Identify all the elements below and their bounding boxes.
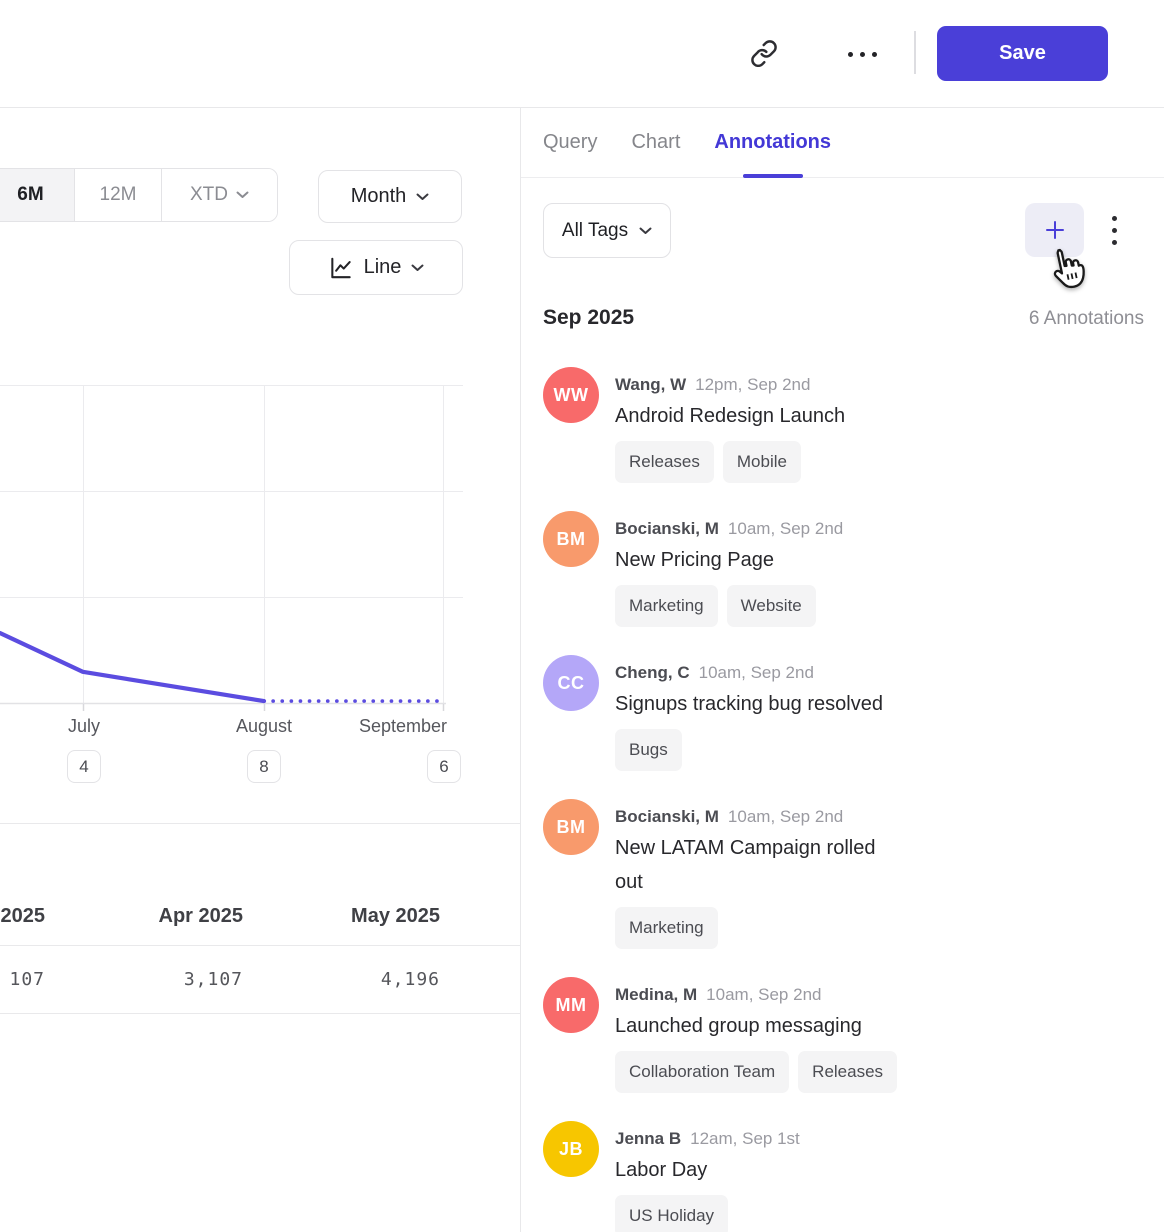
annotation-title: Android Redesign Launch [615, 399, 845, 433]
annotation-timestamp: 10am, Sep 2nd [728, 805, 843, 829]
trend-line-solid [0, 633, 264, 701]
group-month-heading: Sep 2025 [543, 306, 634, 330]
tab-annotations-label: Annotations [714, 131, 831, 154]
annotation-item[interactable]: JB Jenna B 12am, Sep 1st Labor Day US Ho… [543, 1121, 1144, 1232]
table-value-row: 107 3,107 4,196 [0, 946, 440, 1013]
granularity-dropdown[interactable]: Month [318, 170, 462, 223]
annotations-count: 6 Annotations [1029, 308, 1144, 330]
x-axis-label-august: August [236, 716, 292, 737]
header-divider [914, 31, 916, 74]
annotation-tag[interactable]: US Holiday [615, 1195, 728, 1232]
annotation-count-badge-september[interactable]: 6 [427, 750, 461, 783]
trend-line-chart[interactable] [0, 385, 463, 715]
annotations-group-header: Sep 2025 6 Annotations [543, 306, 1144, 330]
range-xtd-button[interactable]: XTD [161, 169, 277, 221]
tab-query[interactable]: Query [543, 108, 597, 178]
date-range-segmented-control: 6M 12M XTD [0, 168, 278, 222]
annotation-author: Jenna B [615, 1127, 681, 1151]
granularity-label: Month [351, 185, 407, 208]
top-header: Save [0, 0, 1164, 107]
kebab-icon [1112, 216, 1117, 221]
annotations-controls: All Tags [543, 203, 1144, 258]
chart-section: 6M 12M XTD Month Line [0, 108, 520, 1232]
chart-type-label: Line [364, 256, 402, 279]
annotation-author: Bocianski, M [615, 517, 719, 541]
link-icon [750, 39, 778, 70]
annotation-author: Bocianski, M [615, 805, 719, 829]
annotations-list: WW Wang, W 12pm, Sep 2nd Android Redesig… [543, 367, 1144, 1232]
table-header-cell: May 2025 [243, 905, 440, 945]
annotation-tag[interactable]: Bugs [615, 729, 682, 771]
line-chart-icon [328, 255, 354, 281]
save-button[interactable]: Save [937, 26, 1108, 81]
tag-filter-label: All Tags [562, 220, 628, 242]
chevron-down-icon [639, 227, 652, 235]
annotation-timestamp: 10am, Sep 2nd [699, 661, 814, 685]
x-axis-label-september: September [359, 716, 447, 737]
active-tab-underline [743, 174, 803, 178]
annotation-tag[interactable]: Collaboration Team [615, 1051, 789, 1093]
annotation-count-badge-august[interactable]: 8 [247, 750, 281, 783]
annotation-timestamp: 12am, Sep 1st [690, 1127, 800, 1151]
share-link-button[interactable] [744, 36, 784, 72]
chevron-down-icon [411, 264, 424, 272]
annotation-tag[interactable]: Marketing [615, 907, 718, 949]
annotation-item[interactable]: WW Wang, W 12pm, Sep 2nd Android Redesig… [543, 367, 1144, 483]
annotation-timestamp: 10am, Sep 2nd [728, 517, 843, 541]
range-12m-button[interactable]: 12M [74, 169, 161, 221]
panel-tab-bar: Query Chart Annotations [521, 108, 1164, 178]
tab-annotations[interactable]: Annotations [714, 108, 831, 178]
page: Save 6M 12M XTD Month Line [0, 0, 1164, 1232]
annotation-title: Launched group messaging [615, 1009, 895, 1043]
range-xtd-label: XTD [190, 184, 228, 206]
annotation-item[interactable]: MM Medina, M 10am, Sep 2nd Launched grou… [543, 977, 1144, 1093]
chevron-down-icon [416, 193, 429, 201]
annotations-menu-button[interactable] [1096, 203, 1132, 257]
annotations-panel: Query Chart Annotations All Tags [520, 108, 1164, 1232]
table-value-cell: 4,196 [243, 969, 440, 990]
avatar: BM [543, 511, 599, 567]
chevron-down-icon [236, 191, 249, 199]
table-header-cell: 2025 [0, 905, 45, 945]
summary-table: 2025 Apr 2025 May 2025 107 3,107 4,196 [0, 823, 520, 1014]
annotation-item[interactable]: BM Bocianski, M 10am, Sep 2nd New LATAM … [543, 799, 1144, 949]
more-options-button[interactable] [840, 38, 884, 70]
avatar: JB [543, 1121, 599, 1177]
annotation-tag[interactable]: Releases [798, 1051, 897, 1093]
annotation-title: New LATAM Campaign rolled out [615, 831, 895, 899]
tab-chart[interactable]: Chart [631, 108, 680, 178]
annotation-item[interactable]: CC Cheng, C 10am, Sep 2nd Signups tracki… [543, 655, 1144, 771]
annotation-count-badge-july[interactable]: 4 [67, 750, 101, 783]
avatar: BM [543, 799, 599, 855]
annotation-timestamp: 12pm, Sep 2nd [695, 373, 810, 397]
table-value-cell: 107 [0, 969, 45, 990]
annotation-title: Labor Day [615, 1153, 800, 1187]
annotation-tag[interactable]: Mobile [723, 441, 801, 483]
annotation-timestamp: 10am, Sep 2nd [706, 983, 821, 1007]
avatar: CC [543, 655, 599, 711]
annotation-item[interactable]: BM Bocianski, M 10am, Sep 2nd New Pricin… [543, 511, 1144, 627]
ellipsis-icon [848, 52, 877, 57]
annotation-tag[interactable]: Marketing [615, 585, 718, 627]
annotation-tag[interactable]: Releases [615, 441, 714, 483]
tag-filter-dropdown[interactable]: All Tags [543, 203, 671, 258]
plus-icon [1043, 218, 1067, 242]
table-border [0, 1013, 520, 1014]
table-header-row: 2025 Apr 2025 May 2025 [0, 824, 440, 945]
table-header-cell: Apr 2025 [45, 905, 243, 945]
add-annotation-button[interactable] [1025, 203, 1084, 257]
avatar: MM [543, 977, 599, 1033]
annotation-author: Cheng, C [615, 661, 690, 685]
table-value-cell: 3,107 [45, 969, 243, 990]
annotation-author: Medina, M [615, 983, 697, 1007]
annotation-title: Signups tracking bug resolved [615, 687, 883, 721]
avatar: WW [543, 367, 599, 423]
chart-type-dropdown[interactable]: Line [289, 240, 463, 295]
annotation-author: Wang, W [615, 373, 686, 397]
annotation-title: New Pricing Page [615, 543, 843, 577]
annotations-content: All Tags Sep 2025 6 Annotations [521, 178, 1164, 1232]
annotation-tag[interactable]: Website [727, 585, 816, 627]
x-axis-label-july: July [68, 716, 100, 737]
range-6m-button[interactable]: 6M [0, 169, 74, 221]
